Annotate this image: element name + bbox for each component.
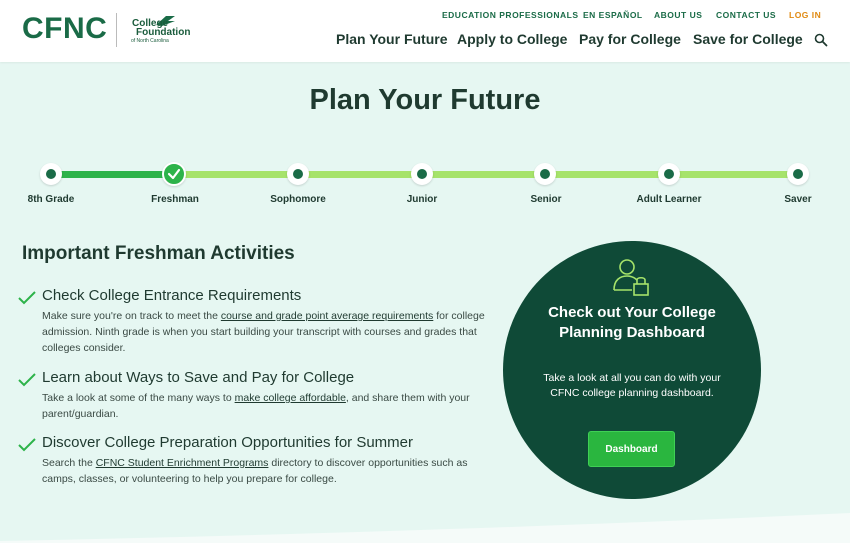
timeline-label-junior[interactable]: Junior	[407, 194, 438, 205]
timeline-label-8th-grade[interactable]: 8th Grade	[28, 194, 75, 205]
checkmark-icon	[18, 373, 36, 387]
utility-link-education-professionals[interactable]: EDUCATION PROFESSIONALS	[442, 10, 579, 20]
utility-link-contact-us[interactable]: CONTACT US	[716, 10, 776, 20]
dashboard-card-text: Take a look at all you can do with your …	[543, 372, 721, 399]
activity-item: Discover College Preparation Opportuniti…	[18, 434, 488, 489]
nav-save-for-college[interactable]: Save for College	[693, 31, 803, 47]
dashboard-promo-card: Check out Your College Planning Dashboar…	[503, 241, 761, 499]
page-title: Plan Your Future	[309, 84, 541, 116]
timeline-track-completed	[50, 171, 175, 178]
dashboard-button[interactable]: Dashboard	[588, 431, 675, 467]
make-college-affordable-link[interactable]: make college affordable	[235, 392, 346, 404]
utility-link-log-in[interactable]: LOG IN	[789, 10, 821, 20]
course-requirements-link[interactable]: course and grade point average requireme…	[221, 310, 433, 322]
activity-description: Take a look at some of the many ways to …	[42, 392, 470, 420]
timeline-track-remaining	[175, 171, 798, 178]
checkmark-icon	[18, 291, 36, 305]
timeline-node-saver[interactable]	[787, 163, 809, 185]
search-icon[interactable]	[814, 33, 828, 47]
nav-apply-to-college[interactable]: Apply to College	[457, 31, 567, 47]
user-lock-icon	[613, 259, 649, 296]
timeline-node-sophomore[interactable]	[287, 163, 309, 185]
nav-plan-your-future[interactable]: Plan Your Future	[336, 31, 448, 47]
timeline-label-adult-learner[interactable]: Adult Learner	[636, 194, 701, 205]
utility-link-en-espanol[interactable]: EN ESPAÑOL	[583, 10, 643, 20]
timeline-label-sophomore[interactable]: Sophomore	[270, 194, 326, 205]
activity-description: Search the CFNC Student Enrichment Progr…	[42, 457, 468, 485]
timeline-node-junior[interactable]	[411, 163, 433, 185]
site-header: CFNC College Foundation of North Carolin…	[0, 0, 850, 62]
timeline-node-senior[interactable]	[534, 163, 556, 185]
activities-heading: Important Freshman Activities	[22, 243, 295, 264]
nav-pay-for-college[interactable]: Pay for College	[579, 31, 681, 47]
checkmark-icon	[18, 438, 36, 452]
checkmark-icon	[167, 168, 181, 180]
main-nav: Plan Your Future Apply to College Pay fo…	[0, 31, 850, 51]
timeline-label-saver[interactable]: Saver	[784, 194, 811, 205]
timeline-node-adult-learner[interactable]	[658, 163, 680, 185]
decorative-wave	[0, 513, 850, 543]
activity-title: Discover College Preparation Opportuniti…	[42, 434, 413, 451]
grade-timeline: 8th Grade Freshman Sophomore Junior Seni…	[0, 160, 850, 210]
activity-item: Learn about Ways to Save and Pay for Col…	[18, 369, 488, 420]
timeline-label-freshman[interactable]: Freshman	[151, 194, 199, 205]
enrichment-programs-link[interactable]: CFNC Student Enrichment Programs	[96, 457, 269, 469]
timeline-label-senior[interactable]: Senior	[530, 194, 561, 205]
activity-title: Check College Entrance Requirements	[42, 287, 302, 304]
utility-link-about-us[interactable]: ABOUT US	[654, 10, 702, 20]
activity-title: Learn about Ways to Save and Pay for Col…	[42, 369, 355, 386]
utility-nav: EDUCATION PROFESSIONALS EN ESPAÑOL ABOUT…	[0, 10, 850, 24]
timeline-node-8th-grade[interactable]	[40, 163, 62, 185]
timeline-node-freshman[interactable]	[162, 162, 186, 186]
dashboard-card-title: Check out Your College Planning Dashboar…	[548, 304, 716, 341]
activity-description: Make sure you're on track to meet the co…	[42, 310, 485, 354]
activity-item: Check College Entrance Requirements Make…	[18, 287, 488, 357]
